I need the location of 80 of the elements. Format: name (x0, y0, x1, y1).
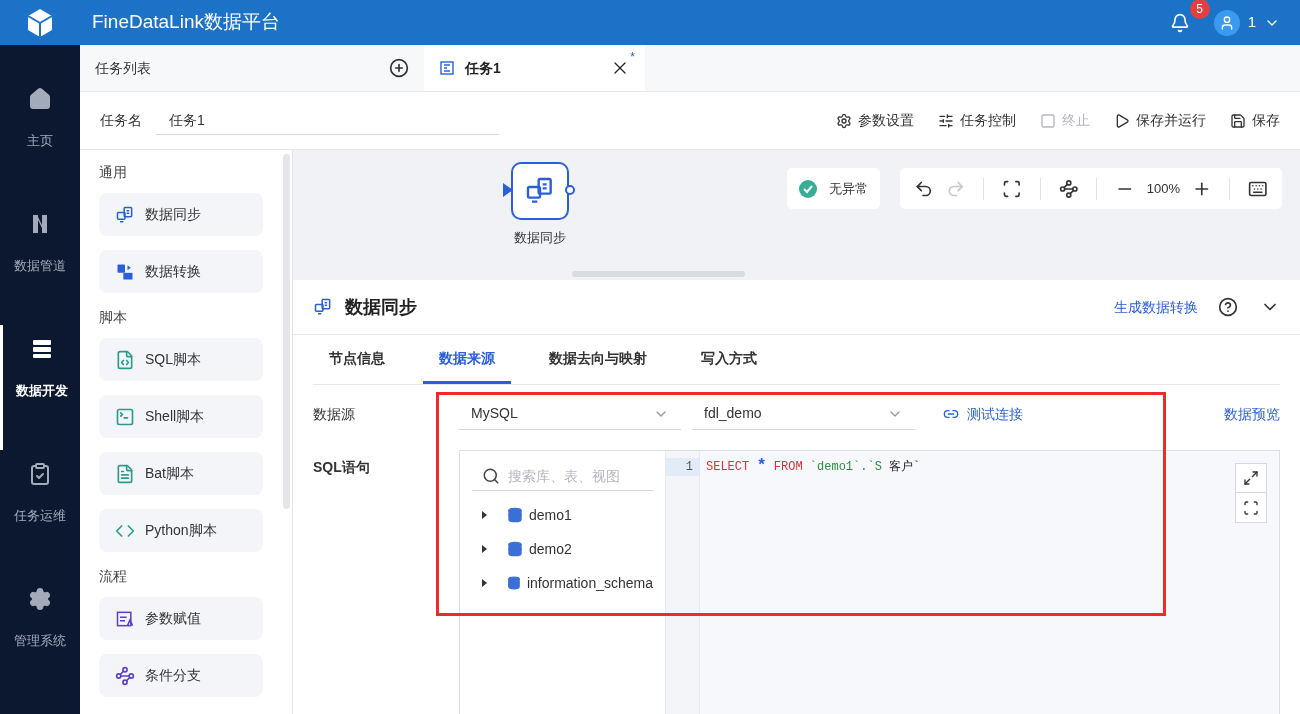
palette-item[interactable]: 条件分支 (99, 654, 263, 697)
zoom-level: 100% (1146, 179, 1180, 198)
run-icon (1114, 112, 1130, 129)
scrollbar[interactable] (283, 154, 290, 509)
user-menu[interactable]: 1 (1213, 9, 1280, 36)
nav-item[interactable]: 主页 (0, 75, 80, 200)
line-number: 1 (666, 458, 699, 476)
notification-count: 5 (1189, 0, 1210, 19)
terminal-icon (115, 406, 135, 427)
data-preview-link[interactable]: 数据预览 (1224, 403, 1280, 425)
panel-tab[interactable]: 数据去向与映射 (533, 335, 663, 384)
settings-icon (28, 587, 52, 611)
task-name-field[interactable]: 任务1 (156, 106, 499, 135)
sql-file-icon (115, 349, 135, 370)
sliders-icon (938, 112, 954, 129)
check-circle-icon (799, 179, 817, 198)
panel-tab[interactable]: 数据来源 (423, 335, 511, 384)
database-icon (507, 541, 523, 557)
user-name: 1 (1247, 12, 1256, 33)
bell-icon (1169, 12, 1190, 33)
search-field[interactable]: 搜索库、表、视图 (472, 461, 653, 491)
notifications-button[interactable] (1169, 12, 1190, 33)
panel-tab[interactable]: 写入方式 (685, 335, 773, 384)
branch-icon (115, 665, 135, 686)
expand-icon (1243, 470, 1259, 486)
add-icon[interactable] (389, 58, 409, 78)
panel-tab[interactable]: 节点信息 (313, 335, 401, 384)
tree-item[interactable]: demo1 (472, 498, 653, 532)
palette-group-title: 脚本 (99, 308, 128, 327)
source-label: 数据源 (313, 404, 356, 424)
status-badge: 无异常 (787, 168, 880, 209)
palette-item[interactable]: 参数赋值 (99, 597, 263, 640)
horizontal-scrollbar[interactable] (572, 271, 745, 277)
fit-view-icon[interactable] (1002, 178, 1022, 199)
save-icon (1230, 112, 1246, 129)
palette-item[interactable]: 数据转换 (99, 250, 263, 293)
flow-node[interactable] (511, 162, 569, 220)
code-line: SELECT * FROM `demo1`.`S 客户` (706, 458, 921, 476)
help-icon[interactable] (1218, 297, 1238, 317)
test-connection-link[interactable]: 测试连接 (943, 403, 1023, 425)
search-icon (482, 467, 500, 485)
source-type-select[interactable]: MySQL (459, 398, 681, 430)
palette-item[interactable]: Shell脚本 (99, 395, 263, 438)
tab[interactable]: 任务1 * (424, 45, 645, 91)
output-port-icon (565, 185, 575, 195)
toolbar-button[interactable]: 任务控制 (938, 110, 1016, 131)
nav-item[interactable]: 管理系统 (0, 575, 80, 700)
palette-item[interactable]: Python脚本 (99, 509, 263, 552)
bat-file-icon (115, 463, 135, 484)
tree-item[interactable]: information_schema (472, 566, 653, 600)
palette-item[interactable]: SQL脚本 (99, 338, 263, 381)
database-icon (507, 507, 523, 523)
toolbar-button[interactable]: 参数设置 (836, 110, 914, 131)
task-doc-icon (439, 60, 455, 76)
palette-item[interactable]: Bat脚本 (99, 452, 263, 495)
data-sync-icon (115, 204, 135, 225)
stop-icon (1040, 112, 1056, 129)
tree-item[interactable]: demo2 (472, 532, 653, 566)
app-title: FineDataLink数据平台 (92, 10, 280, 35)
clipboard-check-icon (28, 462, 52, 486)
palette-group-title: 流程 (99, 567, 128, 586)
home-icon (28, 87, 52, 111)
generate-transform-link[interactable]: 生成数据转换 (1114, 296, 1198, 318)
toolbar-button[interactable]: 保存并运行 (1114, 110, 1206, 131)
panel-title: 数据同步 (345, 295, 417, 319)
modified-mark: * (630, 49, 635, 66)
input-port-icon (503, 183, 513, 197)
nav-item[interactable]: 任务运维 (0, 450, 80, 575)
node-label: 数据同步 (514, 229, 566, 247)
task-name-label: 任务名 (100, 111, 142, 130)
data-sync-icon (313, 297, 333, 317)
database-icon (507, 575, 521, 591)
toolbar-button[interactable]: 保存 (1230, 110, 1280, 131)
database-select[interactable]: fdl_demo (692, 398, 915, 430)
sql-label: SQL语句 (313, 458, 371, 477)
palette-item[interactable]: 数据同步 (99, 193, 263, 236)
palette-group-title: 通用 (99, 163, 128, 182)
nav-item[interactable]: 数据管道 (0, 200, 80, 325)
avatar-icon (1213, 9, 1240, 36)
settings-icon (836, 112, 852, 129)
